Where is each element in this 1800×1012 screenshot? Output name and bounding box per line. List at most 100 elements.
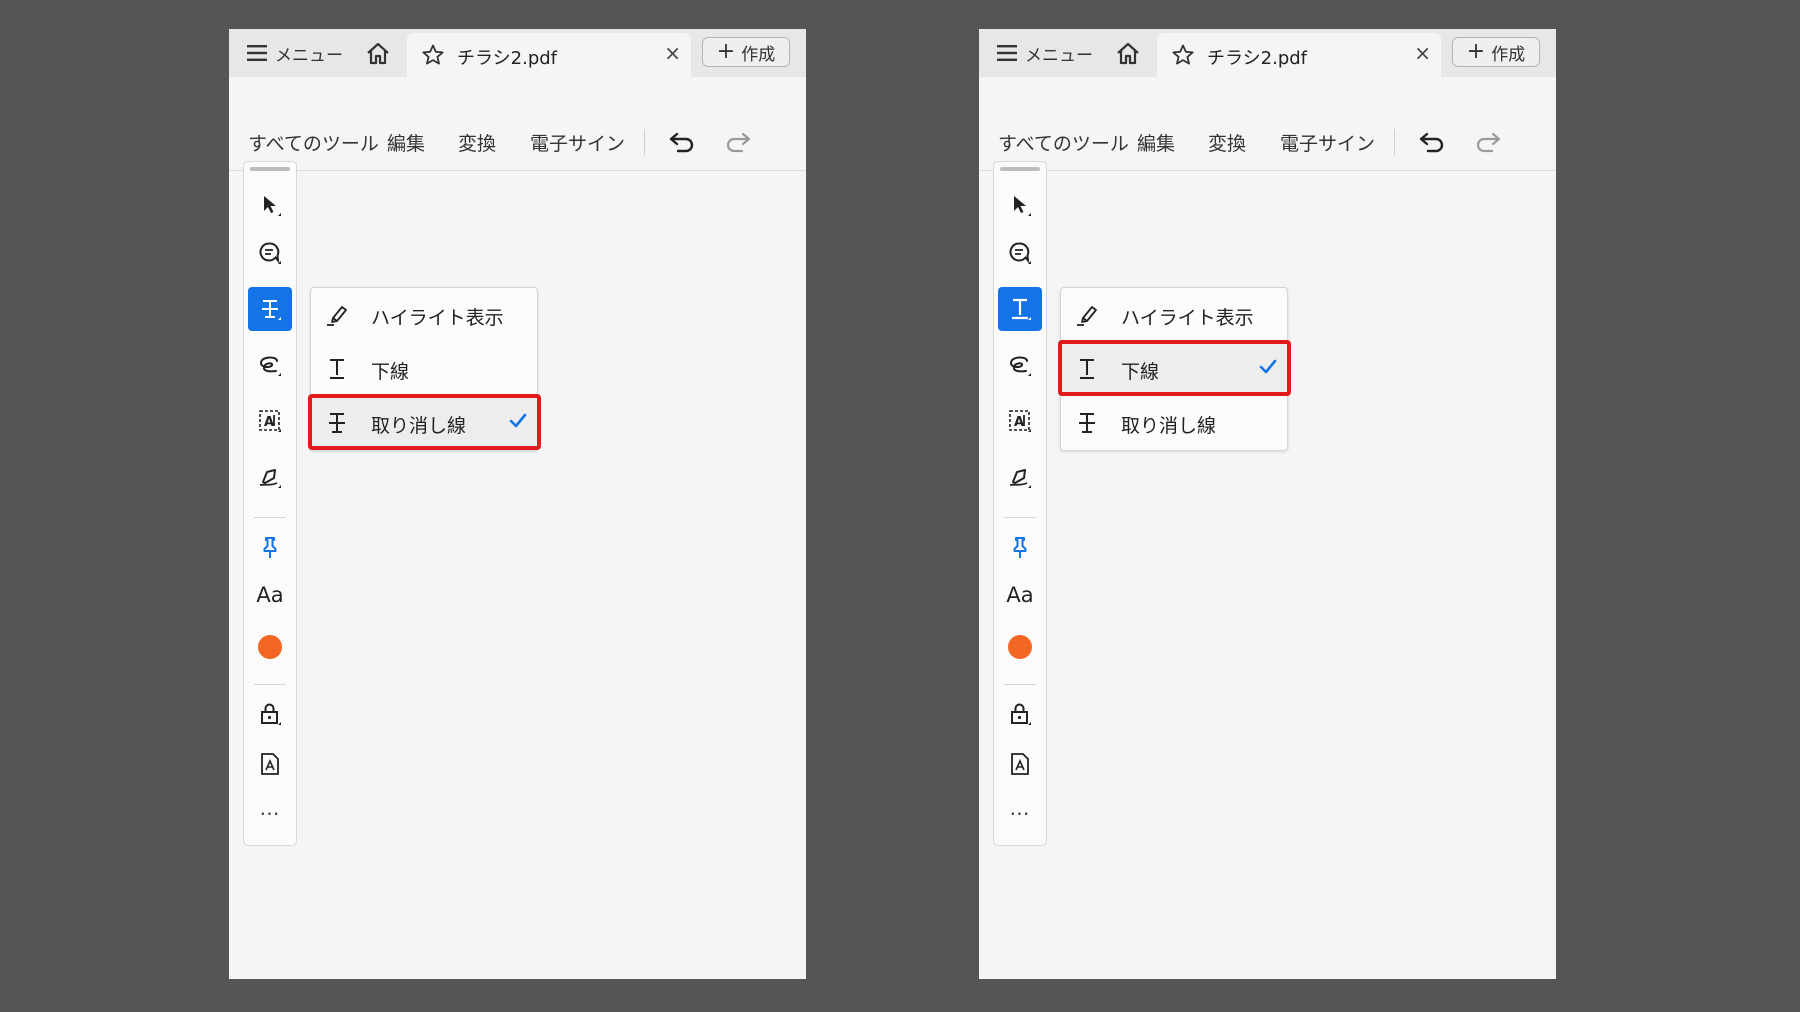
rail-divider xyxy=(1004,684,1036,685)
color-swatch[interactable] xyxy=(1008,635,1032,659)
flyout-item-label: 下線 xyxy=(371,361,410,383)
text-box-icon: A xyxy=(259,410,281,432)
text-select-tool[interactable]: A xyxy=(998,399,1042,443)
strikethrough-icon xyxy=(262,300,281,320)
more-tools-button[interactable]: … xyxy=(994,796,1046,820)
rail-divider xyxy=(254,684,286,685)
pdf-tool[interactable] xyxy=(998,742,1042,786)
comment-icon xyxy=(259,242,281,264)
text-markup-tool[interactable] xyxy=(998,287,1042,331)
top-toolbar: すべてのツール 編集 変換 電子サイン xyxy=(979,77,1556,171)
undo-icon[interactable] xyxy=(667,127,697,157)
freehand-icon xyxy=(1009,356,1031,376)
comment-icon xyxy=(1009,242,1031,264)
tab-title: チラシ2.pdf xyxy=(457,48,558,69)
acrobat-window-right: メニュー チラシ2.pdf × + 作成 すべてのツール 編集 変換 電子サイン xyxy=(979,29,1556,979)
menu-label: メニュー xyxy=(275,45,343,66)
svg-text:A: A xyxy=(1014,415,1024,430)
menu-button[interactable]: メニュー xyxy=(247,39,343,67)
markup-flyout-menu: ハイライト表示 下線 取り消し線 xyxy=(308,287,541,451)
comment-tool[interactable] xyxy=(998,231,1042,275)
pin-icon xyxy=(263,537,277,558)
create-button[interactable]: + 作成 xyxy=(702,37,790,67)
flyout-item-highlight[interactable]: ハイライト表示 xyxy=(1061,288,1287,342)
convert-button[interactable]: 変換 xyxy=(1208,129,1246,156)
lock-icon xyxy=(1011,703,1031,725)
close-icon[interactable]: × xyxy=(1414,41,1431,65)
flyout-item-strikethrough[interactable]: 取り消し線 xyxy=(1061,396,1287,450)
redo-icon[interactable] xyxy=(723,127,753,157)
text-select-tool[interactable]: A xyxy=(248,399,292,443)
all-tools-button[interactable]: すべてのツール xyxy=(248,129,379,156)
create-label: 作成 xyxy=(741,44,776,65)
star-icon[interactable] xyxy=(1171,43,1195,67)
sign-tool[interactable] xyxy=(248,455,292,499)
edit-button[interactable]: 編集 xyxy=(387,129,425,156)
protect-tool[interactable] xyxy=(998,692,1042,736)
home-icon[interactable] xyxy=(1115,41,1141,67)
highlighter-icon xyxy=(1077,306,1097,326)
close-icon[interactable]: × xyxy=(664,41,681,65)
flyout-item-label: ハイライト表示 xyxy=(1121,307,1254,329)
markup-flyout-menu: ハイライト表示 下線 取り消し線 xyxy=(1058,287,1291,451)
sign-tool[interactable] xyxy=(998,455,1042,499)
protect-tool[interactable] xyxy=(248,692,292,736)
pen-sign-icon xyxy=(1009,469,1031,488)
color-swatch[interactable] xyxy=(258,635,282,659)
plus-icon: + xyxy=(716,39,736,64)
edit-button[interactable]: 編集 xyxy=(1137,129,1175,156)
rail-divider xyxy=(1004,517,1036,518)
flyout-item-underline[interactable]: 下線 xyxy=(311,342,537,396)
star-icon[interactable] xyxy=(421,43,445,67)
pin-toggle[interactable] xyxy=(248,526,292,570)
red-highlight-box xyxy=(1058,340,1291,396)
quick-tools-rail: A Aa … xyxy=(993,161,1047,846)
more-tools-button[interactable]: … xyxy=(244,796,296,820)
draw-tool[interactable] xyxy=(998,343,1042,387)
esign-button[interactable]: 電子サイン xyxy=(530,129,625,156)
flyout-item-highlight[interactable]: ハイライト表示 xyxy=(311,288,537,342)
select-tool[interactable] xyxy=(998,183,1042,227)
top-toolbar: すべてのツール 編集 変換 電子サイン xyxy=(229,77,806,171)
flyout-item-underline[interactable]: 下線 xyxy=(1058,340,1291,396)
toolbar-divider xyxy=(1394,129,1395,155)
flyout-item-strikethrough[interactable]: 取り消し線 xyxy=(308,394,541,450)
flyout-item-label: ハイライト表示 xyxy=(371,307,504,329)
pen-sign-icon xyxy=(259,469,281,488)
red-highlight-box xyxy=(308,394,541,450)
document-tab[interactable]: チラシ2.pdf × xyxy=(1157,33,1441,77)
cursor-icon xyxy=(264,196,281,216)
pdf-file-icon xyxy=(1011,753,1029,775)
strikethrough-icon xyxy=(1079,413,1095,433)
menu-label: メニュー xyxy=(1025,45,1093,66)
redo-icon[interactable] xyxy=(1473,127,1503,157)
comment-tool[interactable] xyxy=(248,231,292,275)
cursor-icon xyxy=(1014,196,1031,216)
tab-bar: メニュー チラシ2.pdf × + 作成 xyxy=(229,29,806,77)
menu-button[interactable]: メニュー xyxy=(997,39,1093,67)
hamburger-icon xyxy=(247,45,267,61)
quick-tools-rail: A Aa … xyxy=(243,161,297,846)
toolbar-divider xyxy=(644,129,645,155)
esign-button[interactable]: 電子サイン xyxy=(1280,129,1375,156)
home-icon[interactable] xyxy=(365,41,391,67)
tab-title: チラシ2.pdf xyxy=(1207,48,1308,69)
undo-icon[interactable] xyxy=(1417,127,1447,157)
create-label: 作成 xyxy=(1491,44,1526,65)
drag-handle[interactable] xyxy=(1000,167,1040,171)
text-markup-tool[interactable] xyxy=(248,287,292,331)
lock-icon xyxy=(261,703,281,725)
text-style-button[interactable]: Aa xyxy=(994,583,1046,607)
all-tools-button[interactable]: すべてのツール xyxy=(998,129,1129,156)
rail-divider xyxy=(254,517,286,518)
document-tab[interactable]: チラシ2.pdf × xyxy=(407,33,691,77)
convert-button[interactable]: 変換 xyxy=(458,129,496,156)
text-style-button[interactable]: Aa xyxy=(244,583,296,607)
plus-icon: + xyxy=(1466,39,1486,64)
draw-tool[interactable] xyxy=(248,343,292,387)
pdf-tool[interactable] xyxy=(248,742,292,786)
drag-handle[interactable] xyxy=(250,167,290,171)
create-button[interactable]: + 作成 xyxy=(1452,37,1540,67)
pin-toggle[interactable] xyxy=(998,526,1042,570)
select-tool[interactable] xyxy=(248,183,292,227)
